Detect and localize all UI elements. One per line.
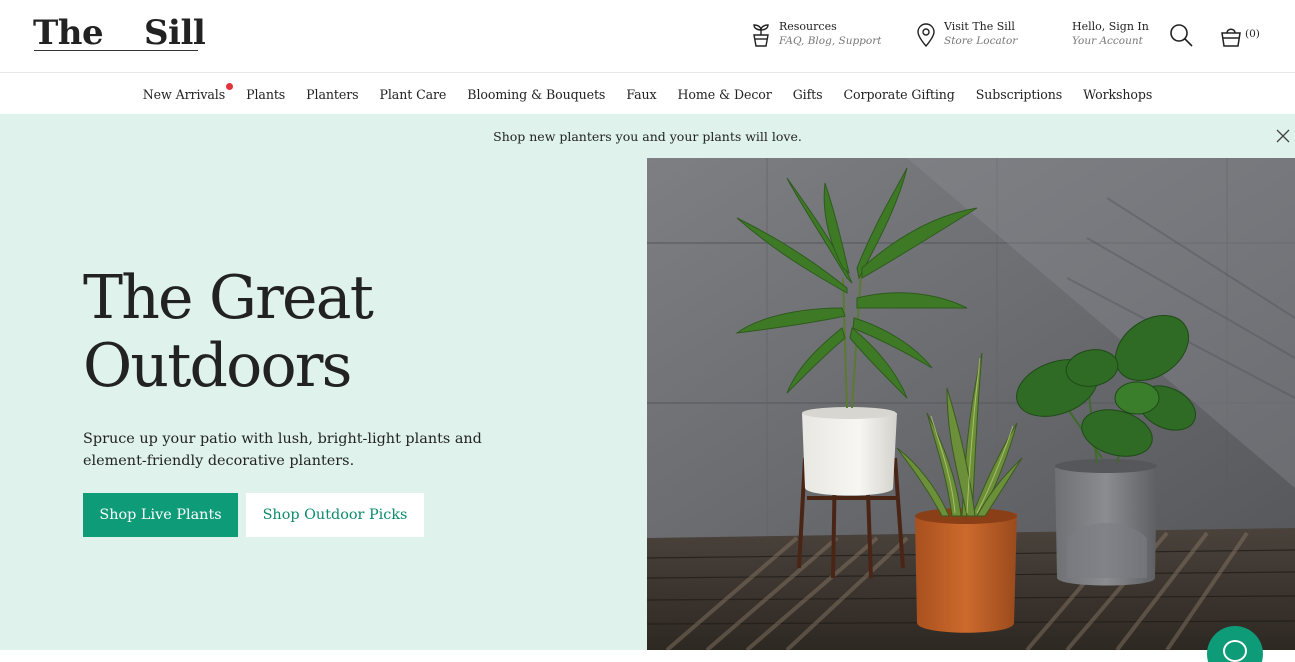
- location-pin-icon: [917, 23, 935, 48]
- site-header: The Sill Resources FAQ, Blog, Support Vi…: [0, 0, 1295, 73]
- logo-word-sill: Sill: [144, 13, 206, 53]
- announcement-text[interactable]: Shop new planters you and your plants wi…: [493, 129, 802, 144]
- nav-item-faux[interactable]: Faux: [626, 87, 656, 102]
- resources-link[interactable]: Resources FAQ, Blog, Support: [749, 20, 881, 52]
- nav-item-planters[interactable]: Planters: [306, 87, 358, 102]
- hero-title: The Great Outdoors: [83, 264, 603, 400]
- cart-count: (0): [1245, 28, 1260, 40]
- logo-underline: [34, 50, 198, 51]
- plant-icon: [753, 24, 769, 47]
- account-title: Hello, Sign In: [1072, 20, 1149, 33]
- shop-live-plants-button[interactable]: Shop Live Plants: [83, 493, 238, 537]
- chat-bubble-icon: [1223, 640, 1247, 662]
- nav-item-corporate-gifting[interactable]: Corporate Gifting: [844, 87, 955, 102]
- account-link[interactable]: Hello, Sign In Your Account: [1072, 20, 1149, 52]
- nav-label: New Arrivals: [142, 86, 226, 102]
- nav-item-new-arrivals[interactable]: New Arrivals: [142, 82, 234, 102]
- new-badge-dot: [226, 82, 234, 90]
- resources-title: Resources: [779, 20, 837, 33]
- nav-item-subscriptions[interactable]: Subscriptions: [976, 87, 1062, 102]
- main-nav: New Arrivals Plants Planters Plant Care …: [0, 74, 1295, 114]
- logo-word-the: The: [33, 13, 104, 53]
- nav-item-gifts[interactable]: Gifts: [793, 87, 823, 102]
- hero-title-line1: The Great: [83, 263, 374, 333]
- hero-banner: The Great Outdoors Spruce up your patio …: [0, 158, 1295, 650]
- cart-button[interactable]: (0): [1220, 23, 1260, 49]
- nav-item-plants[interactable]: Plants: [246, 87, 285, 102]
- visit-title: Visit The Sill: [944, 20, 1015, 33]
- cart-icon: [1221, 28, 1241, 47]
- visit-store-link[interactable]: Visit The Sill Store Locator: [914, 20, 1017, 52]
- account-subtitle: Your Account: [1072, 35, 1143, 47]
- shop-outdoor-picks-button[interactable]: Shop Outdoor Picks: [246, 493, 424, 537]
- nav-item-plant-care[interactable]: Plant Care: [379, 87, 446, 102]
- hero-subtitle: Spruce up your patio with lush, bright-l…: [83, 431, 482, 469]
- nav-item-workshops[interactable]: Workshops: [1083, 87, 1152, 102]
- site-logo[interactable]: The Sill: [33, 12, 206, 54]
- close-icon[interactable]: [1275, 128, 1291, 144]
- hero-title-line2: Outdoors: [83, 331, 352, 401]
- hero-image[interactable]: [647, 158, 1295, 650]
- resources-subtitle: FAQ, Blog, Support: [779, 35, 882, 47]
- outdoor-plants-photo: [647, 158, 1295, 650]
- nav-item-home-decor[interactable]: Home & Decor: [678, 87, 772, 102]
- announcement-bar: Shop new planters you and your plants wi…: [0, 114, 1295, 158]
- visit-subtitle: Store Locator: [944, 35, 1018, 47]
- search-icon[interactable]: [1168, 22, 1194, 48]
- nav-item-blooming-bouquets[interactable]: Blooming & Bouquets: [467, 87, 605, 102]
